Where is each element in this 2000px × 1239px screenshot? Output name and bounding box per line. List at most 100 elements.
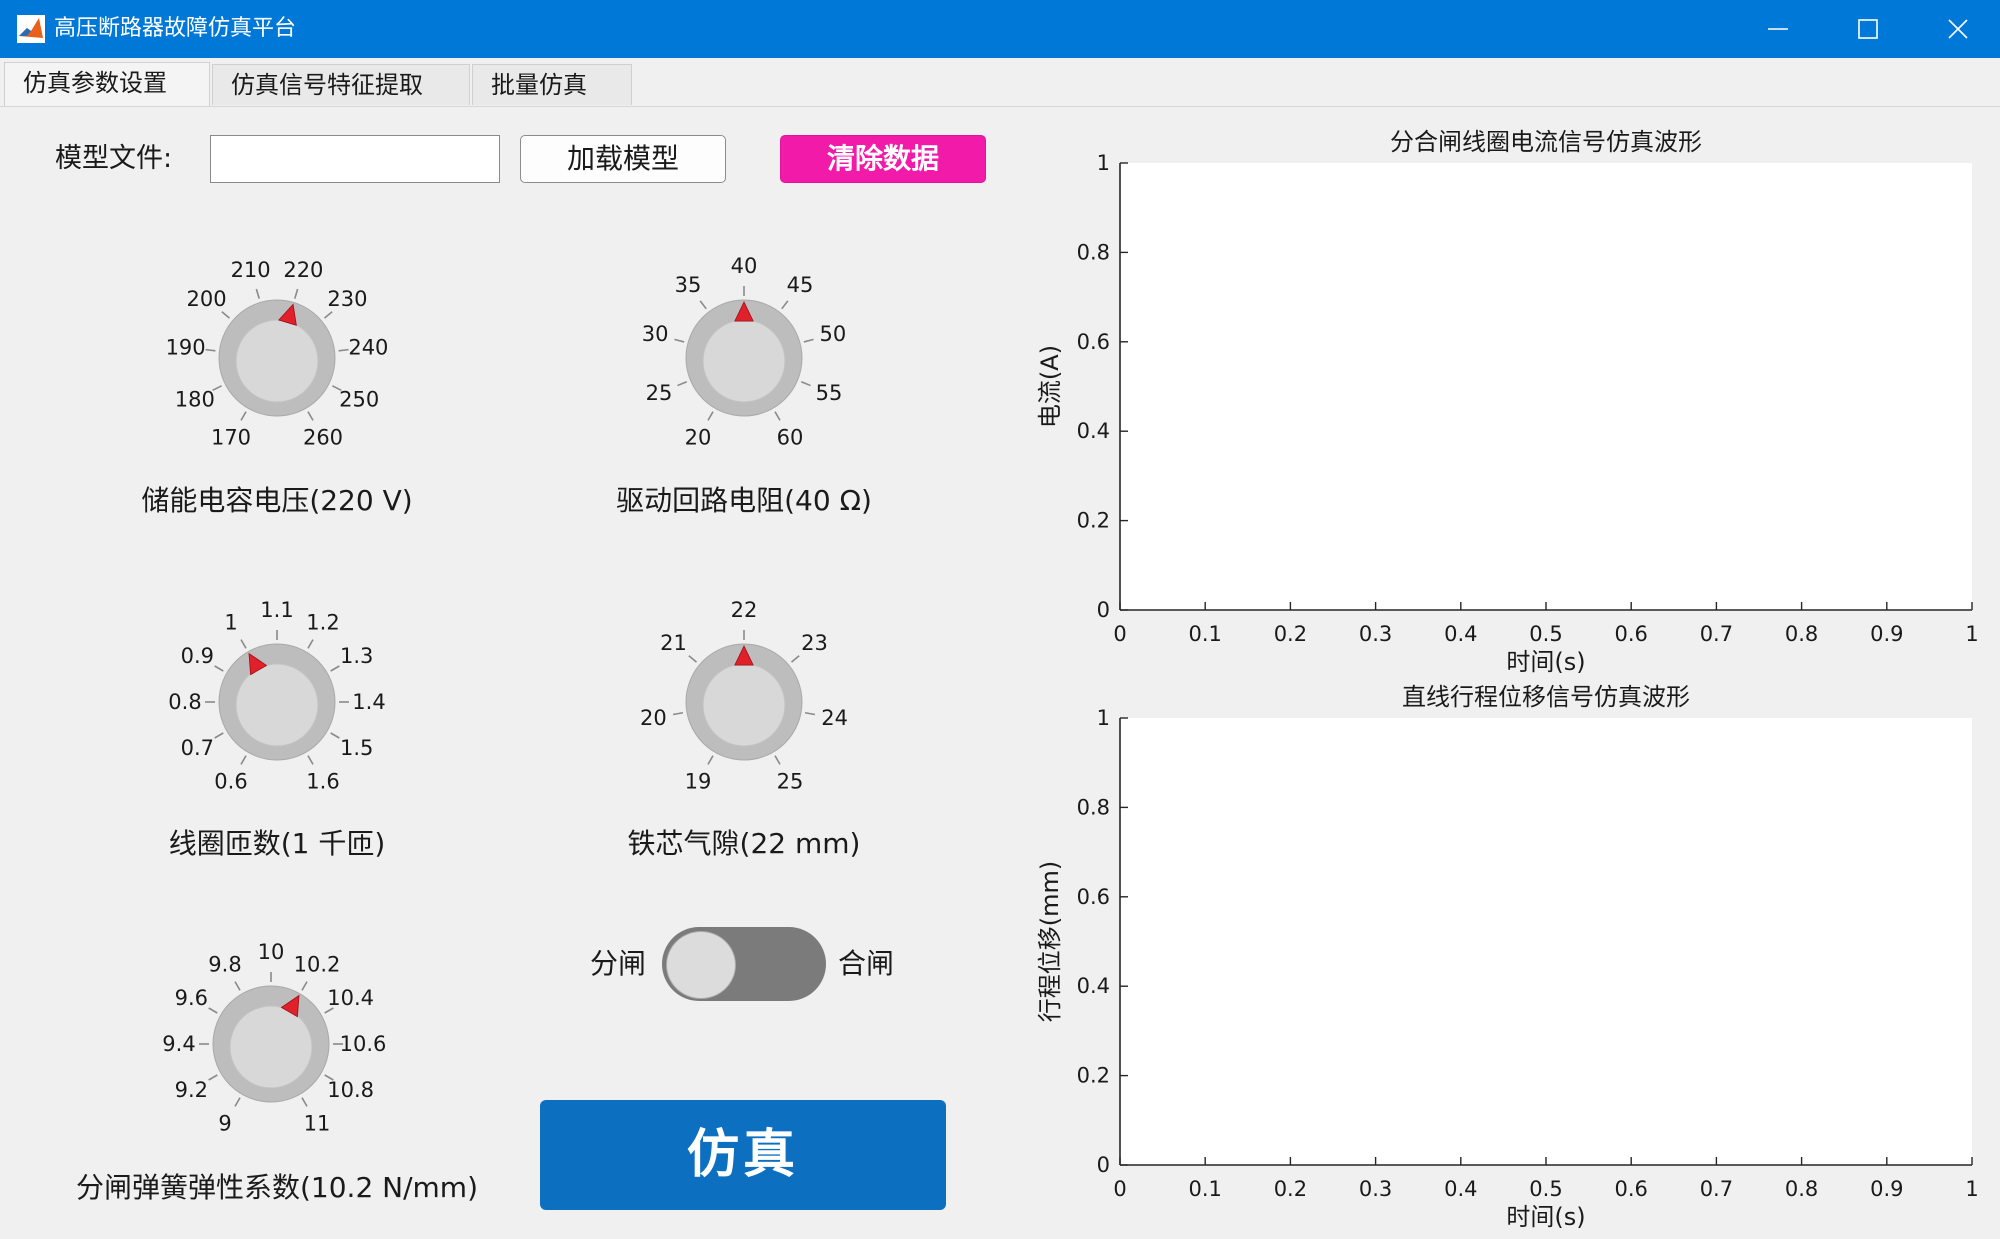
x-tick-label: 0.5 <box>1529 622 1562 646</box>
tab-simulation-params[interactable]: 仿真参数设置 <box>4 62 210 106</box>
knob-tick-label: 0.8 <box>168 690 201 714</box>
model-file-input[interactable] <box>210 135 500 183</box>
knob-tick-label: 10.4 <box>327 986 374 1010</box>
knob-tick <box>677 380 688 387</box>
maximize-button[interactable] <box>1823 0 1913 58</box>
knob-tick-label: 24 <box>821 706 848 730</box>
knob-tick <box>307 639 314 649</box>
knob-tick-label: 250 <box>339 387 379 411</box>
maximize-icon <box>1858 19 1878 39</box>
knob-tick <box>234 981 241 991</box>
gap-knob-caption: 铁芯气隙(22 mm) <box>627 827 861 860</box>
spring-knob[interactable]: 9 9.2 9.4 9.69.8 10 10.2 10.4 10.6 10.8 11 <box>151 924 391 1164</box>
plot-area <box>1120 163 1972 610</box>
knob-tick <box>330 732 340 739</box>
knob-tick-label: 50 <box>819 322 846 346</box>
knob-tick-label: 9.2 <box>175 1078 208 1102</box>
x-tick-label: 1 <box>1965 622 1978 646</box>
knob-tick-label: 21 <box>660 631 687 655</box>
knob-tick-label: 30 <box>642 322 669 346</box>
y-axis-label: 行程位移(mm) <box>1036 861 1064 1022</box>
knob-tick <box>330 665 340 672</box>
switch-close-label: 合闸 <box>838 947 895 980</box>
gap-knob[interactable]: 19 20 21 22 23 24 25 <box>624 582 864 822</box>
knob-cap <box>229 1005 313 1089</box>
x-axis-label: 时间(s) <box>1506 1203 1585 1231</box>
knob-tick <box>674 338 685 343</box>
x-tick-label: 0.6 <box>1614 622 1647 646</box>
turns-knob[interactable]: 0.60.7 0.8 0.9 1 1.1 1.21.3 1.4 1.51.6 <box>157 582 397 822</box>
knob-tick <box>307 411 314 421</box>
switch-thumb[interactable] <box>666 931 736 999</box>
knob-tick-label: 1 <box>224 610 237 634</box>
knob-tick-label: 60 <box>777 426 804 450</box>
knob-tick-label: 1.2 <box>306 610 339 634</box>
knob-tick <box>307 755 314 765</box>
knob-tick <box>214 732 224 739</box>
y-tick-label: 0.8 <box>1077 240 1110 264</box>
tab-feature-extraction[interactable]: 仿真信号特征提取 <box>212 64 470 105</box>
minimize-icon <box>1768 28 1788 30</box>
close-button[interactable] <box>1913 0 2000 58</box>
knob-tick-label: 240 <box>348 335 388 359</box>
knob-tick <box>240 411 247 421</box>
plot-area <box>1120 718 1972 1165</box>
knob-tick-label: 35 <box>675 273 702 297</box>
knob-tick <box>338 348 349 352</box>
knob-tick-label: 19 <box>685 770 712 794</box>
clear-data-button[interactable]: 清除数据 <box>780 135 986 183</box>
knob-cap <box>702 663 786 747</box>
matlab-logo-icon <box>17 15 45 43</box>
x-tick-label: 0.9 <box>1870 1177 1903 1201</box>
knob-tick <box>301 1097 308 1107</box>
knob-tick <box>294 288 299 299</box>
x-tick-label: 0.4 <box>1444 1177 1477 1201</box>
knob-tick-label: 200 <box>186 287 226 311</box>
knob-cap <box>235 663 319 747</box>
x-tick-label: 0.7 <box>1700 1177 1733 1201</box>
minimize-button[interactable] <box>1733 0 1823 58</box>
knob-tick-label: 20 <box>685 426 712 450</box>
x-tick-label: 0.5 <box>1529 1177 1562 1201</box>
voltage-knob[interactable]: 170180190200210 220230240250260 <box>157 238 397 478</box>
x-tick-label: 0.3 <box>1359 622 1392 646</box>
x-tick-label: 0.2 <box>1274 1177 1307 1201</box>
knob-tick <box>240 639 247 649</box>
x-tick-label: 0 <box>1113 1177 1126 1201</box>
knob-tick-label: 0.9 <box>181 644 214 668</box>
plot-title: 直线行程位移信号仿真波形 <box>1402 683 1690 711</box>
knob-tick <box>214 665 224 672</box>
x-tick-label: 0.3 <box>1359 1177 1392 1201</box>
simulate-button[interactable]: 仿真 <box>540 1100 946 1210</box>
knob-tick-label: 10.8 <box>327 1078 374 1102</box>
x-axis-label: 时间(s) <box>1506 648 1585 676</box>
knob-tick-label: 10.6 <box>340 1032 387 1056</box>
knob-tick <box>208 1007 218 1014</box>
knob-tick <box>688 655 698 663</box>
knob-tick-label: 1.1 <box>260 598 293 622</box>
knob-tick <box>800 380 811 387</box>
tab-batch-simulation[interactable]: 批量仿真 <box>472 64 632 105</box>
knob-tick-label: 9.4 <box>162 1032 195 1056</box>
knob-tick <box>774 411 781 421</box>
load-model-button[interactable]: 加载模型 <box>520 135 726 183</box>
knob-tick-label: 1.3 <box>340 644 373 668</box>
knob-tick-label: 170 <box>211 426 251 450</box>
y-tick-label: 0.6 <box>1077 885 1110 909</box>
x-tick-label: 0.8 <box>1785 1177 1818 1201</box>
knob-tick <box>205 348 216 352</box>
y-tick-label: 0.6 <box>1077 330 1110 354</box>
knob-tick-label: 9.6 <box>175 986 208 1010</box>
resistance-knob[interactable]: 20 25 30 35 40 45 50 55 60 <box>624 238 864 478</box>
y-tick-label: 0.4 <box>1077 974 1110 998</box>
x-tick-label: 0.1 <box>1188 1177 1221 1201</box>
knob-tick-label: 45 <box>787 273 814 297</box>
resistance-knob-caption: 驱动回路电阻(40 Ω) <box>616 484 872 517</box>
y-tick-label: 1 <box>1097 151 1110 175</box>
voltage-knob-caption: 储能电容电压(220 V) <box>141 484 413 517</box>
knob-tick-label: 260 <box>303 426 343 450</box>
knob-tick-label: 23 <box>801 631 828 655</box>
knob-tick <box>781 300 789 310</box>
x-tick-label: 0.9 <box>1870 622 1903 646</box>
y-tick-label: 0.4 <box>1077 419 1110 443</box>
